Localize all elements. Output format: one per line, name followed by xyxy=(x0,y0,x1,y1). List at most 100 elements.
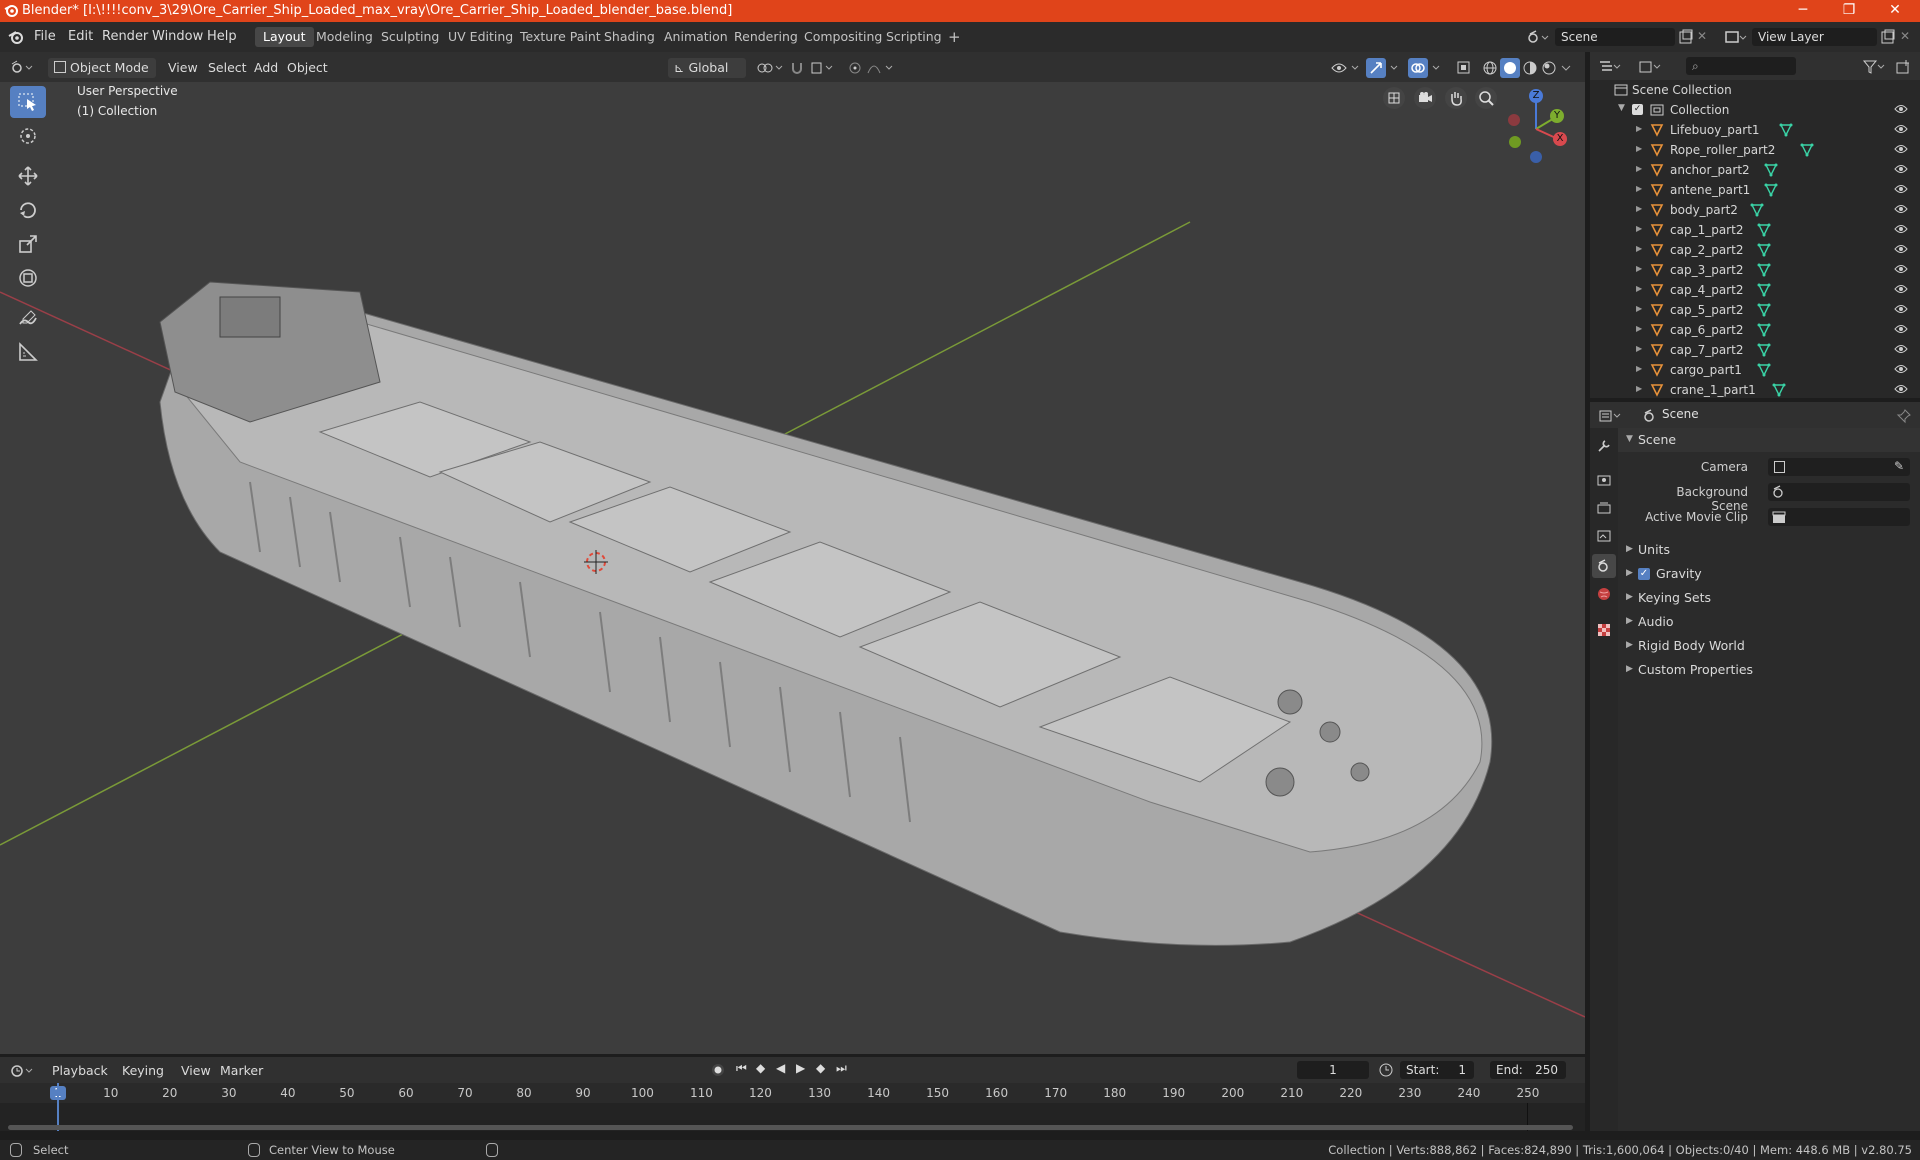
transform-orientation-dropdown[interactable]: ⊾ Global xyxy=(668,58,746,78)
render-tab-icon[interactable] xyxy=(1596,472,1612,488)
tab-sculpting[interactable]: Sculpting xyxy=(373,27,447,47)
new-collection-icon[interactable] xyxy=(1895,59,1913,75)
menu-select[interactable]: Select xyxy=(208,58,247,78)
visibility-filter-icon[interactable] xyxy=(1330,60,1362,76)
output-tab-icon[interactable] xyxy=(1596,500,1612,516)
audio-panel-header[interactable]: ▶ Audio xyxy=(1618,610,1920,634)
material-shading-icon[interactable] xyxy=(1522,60,1538,76)
eye-icon[interactable] xyxy=(1894,324,1908,334)
eye-icon[interactable] xyxy=(1894,104,1908,114)
scene-tab[interactable] xyxy=(1592,554,1616,578)
maximize-button[interactable]: ❐ xyxy=(1826,0,1872,22)
annotate-tool[interactable] xyxy=(10,302,46,334)
eye-icon[interactable] xyxy=(1894,344,1908,354)
texture-tab-icon[interactable] xyxy=(1596,622,1612,638)
cursor-tool[interactable] xyxy=(10,120,46,152)
play-reverse-icon[interactable]: ◀ xyxy=(776,1061,785,1075)
tab-animation[interactable]: Animation xyxy=(656,27,736,47)
custom-properties-panel-header[interactable]: ▶ Custom Properties xyxy=(1618,658,1920,682)
delete-scene-icon[interactable]: ✕ xyxy=(1697,29,1707,43)
menu-marker[interactable]: Marker xyxy=(220,1061,263,1081)
item-expand-icon[interactable]: ▶ xyxy=(1636,144,1642,153)
outliner-item-cargo-part1[interactable]: ▶ cargo_part1 xyxy=(1590,360,1920,380)
item-expand-icon[interactable]: ▶ xyxy=(1636,244,1642,253)
display-mode-icon[interactable] xyxy=(1638,59,1664,75)
menu-timeline-view[interactable]: View xyxy=(181,1061,211,1081)
gizmo-x-label[interactable]: X xyxy=(1553,132,1567,146)
timeline-ruler[interactable]: 1102030405060708090100110120130140150160… xyxy=(0,1083,1585,1103)
view-layer-tab-icon[interactable] xyxy=(1596,528,1612,544)
outliner-item-cap-7-part2[interactable]: ▶ cap_7_part2 xyxy=(1590,340,1920,360)
keying-sets-panel-header[interactable]: ▶ Keying Sets xyxy=(1618,586,1920,610)
movie-clip-field[interactable] xyxy=(1768,508,1910,526)
3d-viewport[interactable]: User Perspective (1) Collection Z Y X xyxy=(0,82,1585,1054)
outliner-item-lifebuoy-part1[interactable]: ▶ Lifebuoy_part1 xyxy=(1590,120,1920,140)
gizmo-toggle-icon[interactable] xyxy=(1366,58,1402,78)
outliner-editor-type-icon[interactable] xyxy=(1598,59,1624,75)
view-layer-field[interactable]: View Layer xyxy=(1752,28,1877,46)
current-frame-field[interactable]: 1 xyxy=(1297,1061,1369,1079)
tab-shading[interactable]: Shading xyxy=(596,27,663,47)
shading-options-icon[interactable] xyxy=(1560,60,1574,76)
solid-shading-icon[interactable] xyxy=(1500,58,1520,78)
play-icon[interactable]: ▶ xyxy=(796,1061,805,1075)
item-expand-icon[interactable]: ▶ xyxy=(1636,124,1642,133)
outliner-item-rope-roller-part2[interactable]: ▶ Rope_roller_part2 xyxy=(1590,140,1920,160)
blender-menu-icon[interactable] xyxy=(8,30,24,44)
menu-view[interactable]: View xyxy=(168,58,198,78)
xray-toggle-icon[interactable] xyxy=(1456,60,1472,76)
eye-icon[interactable] xyxy=(1894,244,1908,254)
object-mode-dropdown[interactable]: Object Mode xyxy=(48,58,156,78)
gravity-checkbox[interactable]: ✓ xyxy=(1638,568,1650,580)
gizmo-y-label[interactable]: Y xyxy=(1550,109,1564,123)
timeline-editor-type-icon[interactable] xyxy=(10,1063,36,1079)
transform-tool[interactable] xyxy=(10,262,46,294)
pan-view-icon[interactable] xyxy=(1445,87,1467,109)
proportional-edit-icon[interactable] xyxy=(848,60,898,76)
scene-icon[interactable] xyxy=(1526,29,1550,45)
jump-end-icon[interactable]: ⏭ xyxy=(836,1061,847,1076)
editor-type-icon[interactable] xyxy=(10,60,36,76)
outliner-item-body-part2[interactable]: ▶ body_part2 xyxy=(1590,200,1920,220)
eye-icon[interactable] xyxy=(1894,384,1908,394)
camera-view-icon[interactable] xyxy=(1414,87,1436,109)
outliner-item-crane-1-part1[interactable]: ▶ crane_1_part1 xyxy=(1590,380,1920,400)
rotate-tool[interactable] xyxy=(10,194,46,226)
menu-object[interactable]: Object xyxy=(287,58,328,78)
item-expand-icon[interactable]: ▶ xyxy=(1636,384,1642,393)
eye-icon[interactable] xyxy=(1894,264,1908,274)
item-expand-icon[interactable]: ▶ xyxy=(1636,204,1642,213)
units-panel-header[interactable]: ▶ Units xyxy=(1618,538,1920,562)
tab-compositing[interactable]: Compositing xyxy=(796,27,890,47)
scale-tool[interactable] xyxy=(10,228,46,260)
new-scene-icon[interactable] xyxy=(1678,29,1694,45)
tab-rendering[interactable]: Rendering xyxy=(726,27,806,47)
start-frame-field[interactable]: Start: 1 xyxy=(1400,1061,1474,1079)
menu-playback[interactable]: Playback xyxy=(52,1061,108,1081)
eye-icon[interactable] xyxy=(1894,224,1908,234)
item-expand-icon[interactable]: ▶ xyxy=(1636,184,1642,193)
item-expand-icon[interactable]: ▶ xyxy=(1636,224,1642,233)
select-box-tool[interactable] xyxy=(10,86,46,118)
menu-render[interactable]: Render xyxy=(102,29,148,44)
outliner-item-anchor-part2[interactable]: ▶ anchor_part2 xyxy=(1590,160,1920,180)
eye-icon[interactable] xyxy=(1894,124,1908,134)
close-button[interactable]: ✕ xyxy=(1872,0,1918,22)
delete-view-layer-icon[interactable]: ✕ xyxy=(1900,29,1910,43)
item-expand-icon[interactable]: ▶ xyxy=(1636,264,1642,273)
rendered-shading-icon[interactable] xyxy=(1541,60,1557,76)
navigation-gizmo[interactable]: Z Y X xyxy=(1500,87,1576,167)
item-expand-icon[interactable]: ▶ xyxy=(1636,364,1642,373)
timeline-scrollbar[interactable] xyxy=(8,1125,1573,1130)
move-tool[interactable] xyxy=(10,160,46,192)
gizmo-z-label[interactable]: Z xyxy=(1529,89,1543,103)
menu-help[interactable]: Help xyxy=(207,29,237,44)
item-expand-icon[interactable]: ▶ xyxy=(1636,344,1642,353)
outliner-item-cap-6-part2[interactable]: ▶ cap_6_part2 xyxy=(1590,320,1920,340)
outliner-item-antene-part1[interactable]: ▶ antene_part1 xyxy=(1590,180,1920,200)
tab-uv-editing[interactable]: UV Editing xyxy=(440,27,521,47)
next-keyframe-icon[interactable]: ◆ xyxy=(816,1061,825,1075)
add-workspace-button[interactable]: + xyxy=(940,27,969,47)
outliner-item-cap-4-part2[interactable]: ▶ cap_4_part2 xyxy=(1590,280,1920,300)
preview-range-icon[interactable] xyxy=(1378,1062,1394,1078)
